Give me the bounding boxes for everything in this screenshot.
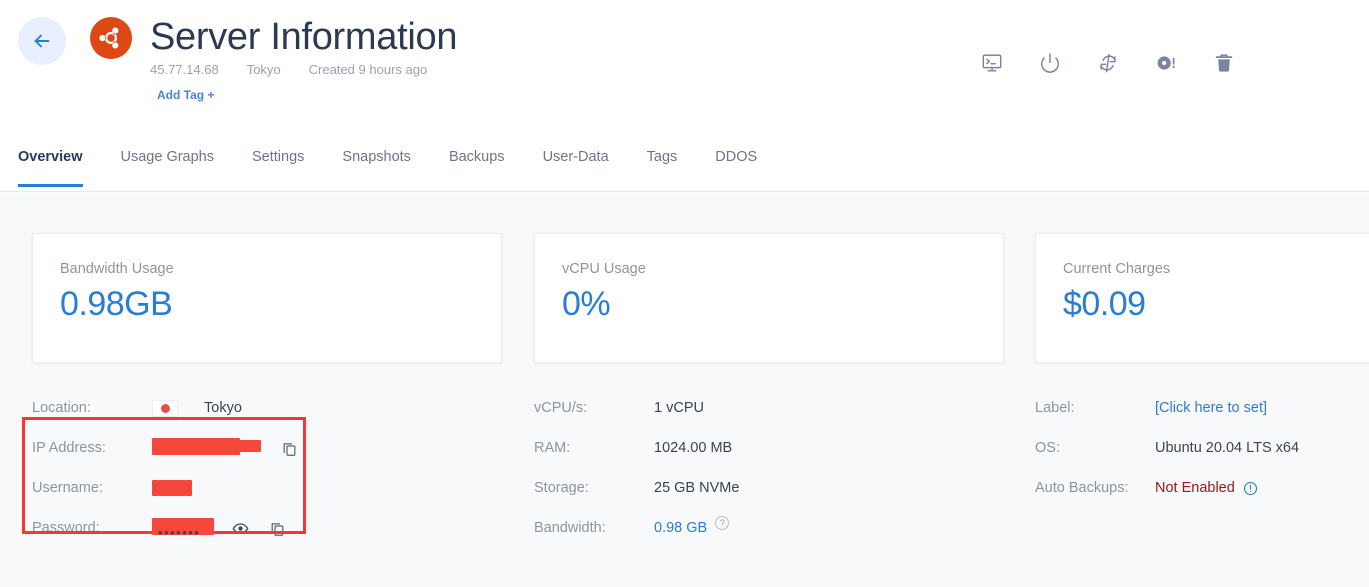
tab-backups[interactable]: Backups [449, 140, 505, 187]
overview-panel: Bandwidth Usage 0.98GB vCPU Usage 0% Cur… [0, 193, 1369, 587]
detail-value: 1 vCPU [654, 400, 704, 416]
meta-region: Tokyo [246, 62, 281, 77]
server-information-page: Server Information 45.77.14.68 Tokyo Cre… [0, 0, 1369, 587]
details-column-2: vCPU/s: 1 vCPU RAM: 1024.00 MB Storage: … [534, 388, 1004, 548]
meta-created: Created 9 hours ago [308, 62, 428, 77]
detail-label: Storage: [534, 480, 589, 496]
tab-tags[interactable]: Tags [647, 140, 678, 187]
info-circle-icon[interactable] [1243, 481, 1258, 496]
stat-cards: Bandwidth Usage 0.98GB vCPU Usage 0% Cur… [0, 233, 1369, 363]
detail-row-vcpus: vCPU/s: 1 vCPU [534, 388, 1004, 428]
detail-label: Auto Backups: [1035, 480, 1129, 496]
detail-row-bandwidth: Bandwidth: 0.98 GB ? [534, 508, 1004, 548]
detail-label: Location: [32, 400, 91, 416]
detail-row-location: Location: Tokyo [32, 388, 502, 428]
question-mark-icon[interactable]: ? [715, 516, 730, 530]
detail-row-ram: RAM: 1024.00 MB [534, 428, 1004, 468]
tab-overview[interactable]: Overview [18, 140, 83, 187]
detail-row-username: Username: [32, 468, 502, 508]
details-column-3: Label: [Click here to set] OS: Ubuntu 20… [1035, 388, 1369, 508]
back-button[interactable] [18, 17, 66, 65]
tab-ddos[interactable]: DDOS [715, 140, 757, 187]
card-label: Bandwidth Usage [60, 261, 174, 277]
detail-value: ••••••• [152, 517, 286, 540]
detail-value: 25 GB NVMe [654, 480, 740, 496]
card-vcpu-usage: vCPU Usage 0% [534, 233, 1004, 363]
detail-label: IP Address: [32, 440, 106, 456]
card-value: 0% [562, 285, 611, 323]
ip-address-redacted [152, 437, 261, 459]
server-meta: 45.77.14.68 Tokyo Created 9 hours ago [150, 62, 455, 77]
tab-settings[interactable]: Settings [252, 140, 304, 187]
detail-label: Label: [1035, 400, 1075, 416]
detail-value[interactable]: 0.98 GB ? [654, 516, 730, 536]
location-text: Tokyo [204, 400, 242, 416]
detail-value: Not Enabled [1155, 480, 1258, 496]
power-icon[interactable] [1035, 48, 1065, 78]
bandwidth-text: 0.98 GB [654, 520, 708, 536]
card-value: $0.09 [1063, 285, 1146, 323]
card-value: 0.98GB [60, 285, 173, 323]
detail-label: RAM: [534, 440, 571, 456]
add-tag-link[interactable]: Add Tag + [157, 88, 214, 102]
detail-row-storage: Storage: 25 GB NVMe [534, 468, 1004, 508]
password-redacted: ••••••• [152, 517, 214, 540]
set-label-link[interactable]: [Click here to set] [1155, 400, 1267, 416]
delete-icon[interactable] [1209, 48, 1239, 78]
card-label: Current Charges [1063, 261, 1171, 277]
detail-row-os: OS: Ubuntu 20.04 LTS x64 [1035, 428, 1369, 468]
tab-snapshots[interactable]: Snapshots [342, 140, 411, 187]
card-current-charges: Current Charges $0.09 [1035, 233, 1369, 363]
tab-usage-graphs[interactable]: Usage Graphs [121, 140, 215, 187]
detail-label: Bandwidth: [534, 520, 606, 536]
detail-label: OS: [1035, 440, 1060, 456]
tab-user-data[interactable]: User-Data [543, 140, 609, 187]
reinstall-icon[interactable] [1151, 48, 1181, 78]
card-bandwidth-usage: Bandwidth Usage 0.98GB [32, 233, 502, 363]
eye-icon[interactable] [232, 520, 249, 537]
detail-value: 1024.00 MB [654, 440, 733, 456]
header-actions [977, 48, 1239, 78]
detail-label: Password: [32, 520, 100, 536]
copy-icon[interactable] [269, 520, 286, 537]
details-column-1: Location: Tokyo IP Address: Username: Pa… [22, 388, 502, 548]
detail-row-label: Label: [Click here to set] [1035, 388, 1369, 428]
detail-label: vCPU/s: [534, 400, 588, 416]
page-title: Server Information [150, 16, 458, 58]
tab-bar: Overview Usage Graphs Settings Snapshots… [0, 140, 1369, 192]
card-label: vCPU Usage [562, 261, 646, 277]
auto-backups-status: Not Enabled [1155, 480, 1235, 496]
console-icon[interactable] [977, 48, 1007, 78]
japan-flag-icon [152, 399, 178, 417]
meta-ip: 45.77.14.68 [150, 62, 219, 77]
detail-value [152, 437, 298, 459]
detail-row-password: Password: ••••••• [32, 508, 502, 548]
detail-row-auto-backups: Auto Backups: Not Enabled [1035, 468, 1369, 508]
detail-value [152, 480, 192, 496]
detail-row-ip-address: IP Address: [32, 428, 502, 468]
detail-label: Username: [32, 480, 103, 496]
username-redacted [152, 480, 192, 496]
detail-value: Ubuntu 20.04 LTS x64 [1155, 440, 1300, 456]
ubuntu-logo-icon [90, 17, 132, 59]
page-header: Server Information 45.77.14.68 Tokyo Cre… [0, 0, 1369, 118]
copy-icon[interactable] [281, 440, 298, 457]
password-mask: ••••••• [158, 524, 201, 540]
restart-icon[interactable] [1093, 48, 1123, 78]
detail-value: Tokyo [152, 399, 242, 417]
arrow-left-icon [31, 30, 53, 52]
